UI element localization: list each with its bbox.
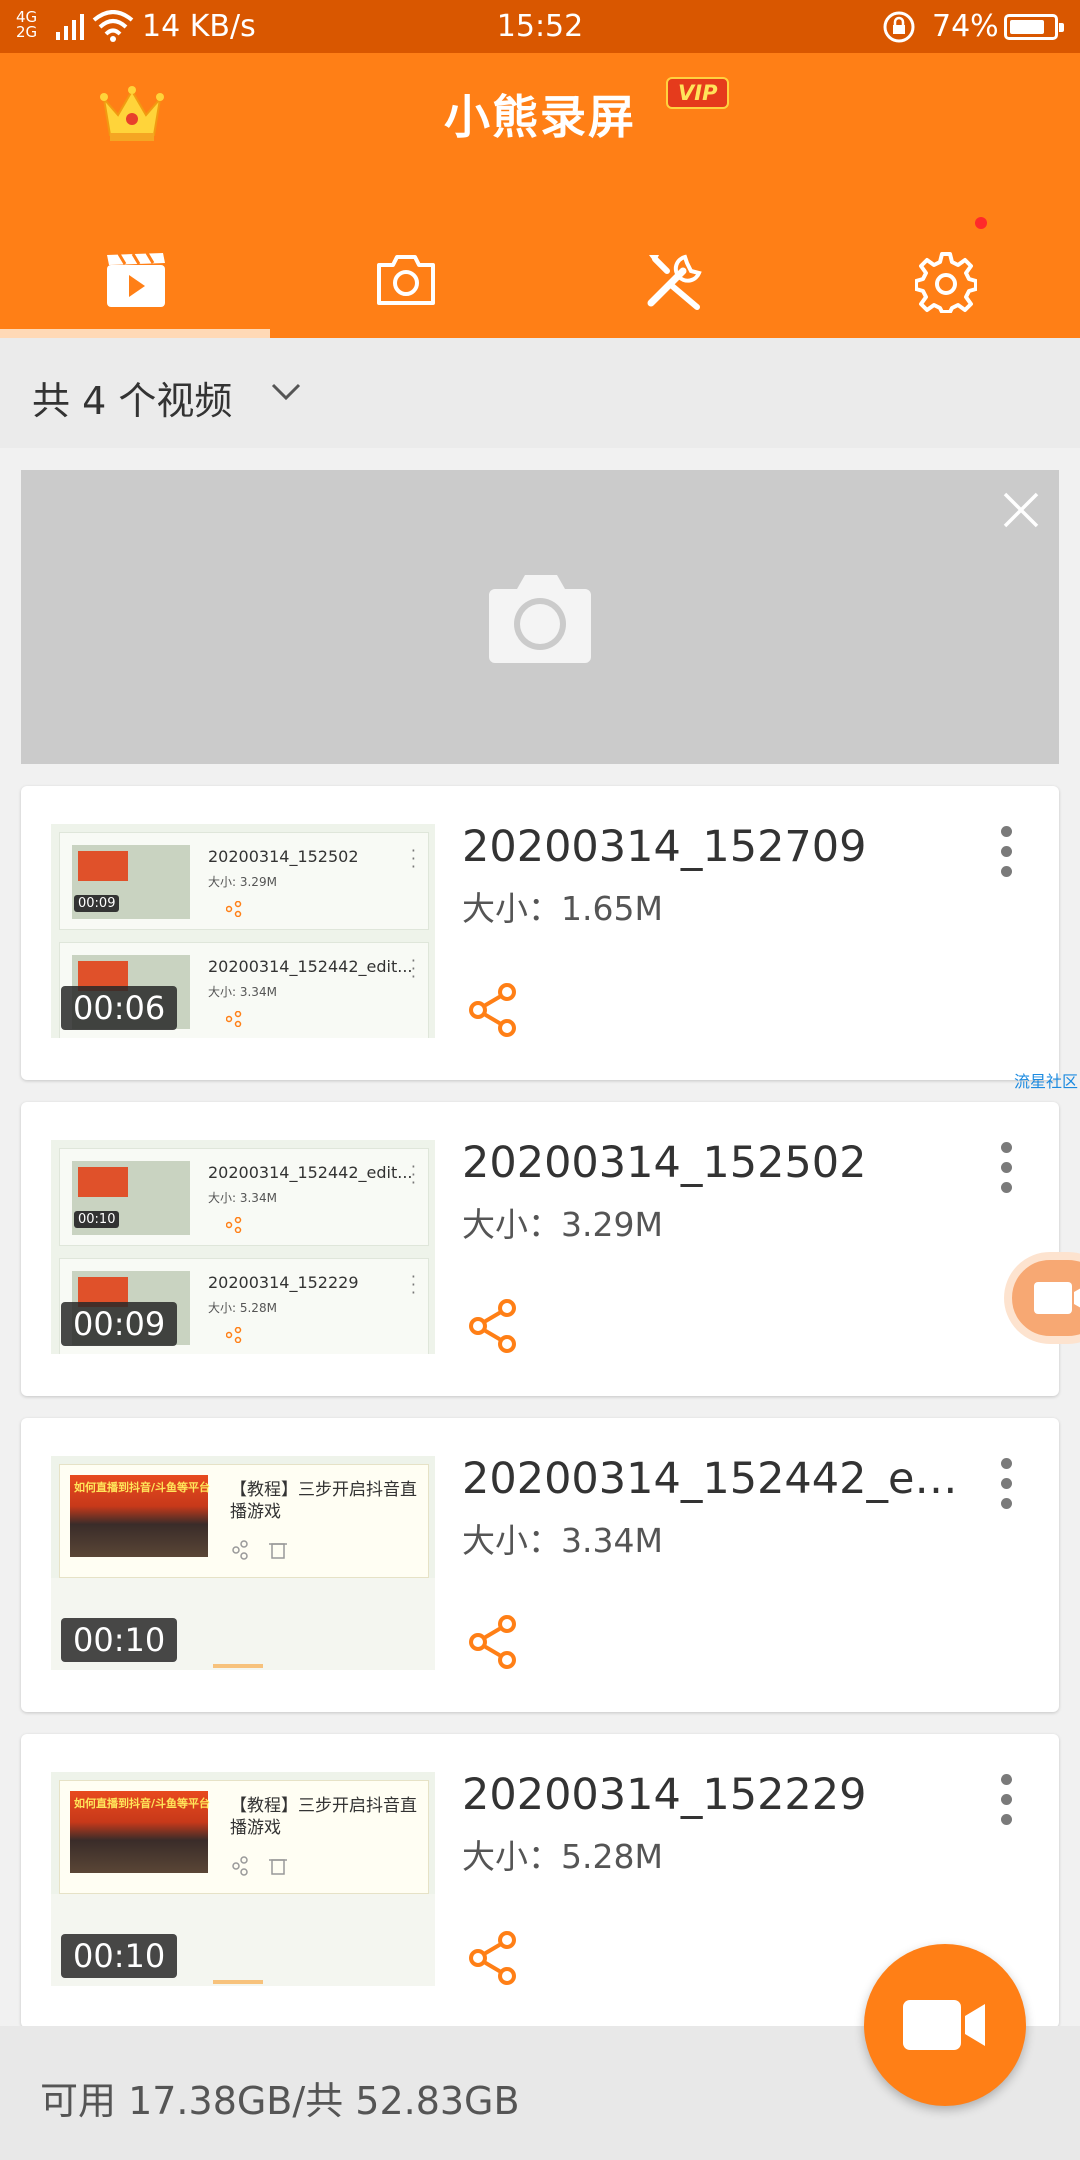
tab-settings[interactable] — [810, 221, 1080, 338]
video-size: 大小：5.28M — [462, 1837, 663, 1876]
thumb-game-preview: 如何直播到抖音/斗鱼等平台 【教程】三步开启抖音直播游戏 — [59, 1780, 429, 1894]
record-button[interactable] — [864, 1944, 1026, 2106]
tab-screenshots[interactable] — [270, 221, 540, 338]
thumb-game-preview: 如何直播到抖音/斗鱼等平台 【教程】三步开启抖音直播游戏 — [59, 1464, 429, 1578]
battery-icon — [1004, 14, 1064, 40]
camera-icon — [489, 575, 591, 663]
video-title[interactable]: 20200314_152229 — [462, 1770, 982, 1820]
watermark-text: 流星社区 — [1014, 1072, 1079, 1091]
video-duration: 00:10 — [61, 1618, 178, 1662]
battery-percent: 74% — [932, 9, 999, 44]
video-thumbnail[interactable]: 如何直播到抖音/斗鱼等平台 【教程】三步开启抖音直播游戏 00:10 — [51, 1456, 435, 1670]
video-camera-icon — [1034, 1282, 1080, 1314]
status-bar: 4G 2G 14 KB/s 15:52 74% — [0, 0, 1080, 53]
ad-banner[interactable] — [21, 470, 1059, 764]
share-icon[interactable] — [467, 1930, 519, 1986]
more-options-icon[interactable] — [1001, 1458, 1012, 1518]
camera-icon — [377, 255, 435, 305]
video-thumbnail[interactable]: 如何直播到抖音/斗鱼等平台 【教程】三步开启抖音直播游戏 00:10 — [51, 1772, 435, 1986]
video-size: 大小：1.65M — [462, 889, 663, 928]
share-icon[interactable] — [467, 982, 519, 1038]
video-title[interactable]: 20200314_152442_edit... — [462, 1454, 982, 1504]
tab-tools[interactable] — [540, 221, 810, 338]
video-clapper-icon — [107, 252, 165, 307]
video-card[interactable]: 20200314_152502 大小: 3.29M · · · 00:09 2020… — [21, 786, 1059, 1080]
video-thumbnail[interactable]: 20200314_152442_edit... 大小: 3.34M · · · 00… — [51, 1140, 435, 1354]
app-title: 小熊录屏 — [444, 90, 636, 144]
share-icon[interactable] — [467, 1298, 519, 1354]
more-options-icon[interactable] — [1001, 1142, 1012, 1202]
close-icon[interactable] — [1001, 490, 1041, 530]
video-duration: 00:06 — [61, 986, 178, 1030]
video-camera-icon — [903, 2000, 985, 2050]
app-header: 小熊录屏 VIP — [0, 53, 1080, 338]
gear-icon — [915, 252, 977, 313]
video-title[interactable]: 20200314_152709 — [462, 822, 982, 872]
active-tab-indicator — [0, 329, 270, 338]
video-duration: 00:10 — [61, 1934, 178, 1978]
vip-badge[interactable]: VIP — [666, 77, 730, 109]
video-card[interactable]: 20200314_152442_edit... 大小: 3.34M · · · 00… — [21, 1102, 1059, 1396]
more-options-icon[interactable] — [1001, 1774, 1012, 1834]
filter-bar: 共 4 个视频 — [0, 338, 1080, 448]
video-card[interactable]: 如何直播到抖音/斗鱼等平台 【教程】三步开启抖音直播游戏 00:10 20200… — [21, 1418, 1059, 1712]
tools-icon — [647, 254, 702, 310]
more-options-icon[interactable] — [1001, 826, 1012, 886]
settings-notification-dot — [975, 217, 987, 229]
clock: 15:52 — [496, 9, 584, 44]
thumb-row: 20200314_152442_edit... 大小: 3.34M · · · 00… — [59, 1148, 429, 1246]
share-icon[interactable] — [467, 1614, 519, 1670]
video-count-dropdown[interactable]: 共 4 个视频 — [32, 370, 232, 425]
chevron-down-icon[interactable] — [270, 382, 302, 402]
video-duration: 00:09 — [61, 1302, 178, 1346]
tab-videos[interactable] — [0, 221, 270, 338]
video-thumbnail[interactable]: 20200314_152502 大小: 3.29M · · · 00:09 2020… — [51, 824, 435, 1038]
video-title[interactable]: 20200314_152502 — [462, 1138, 982, 1188]
video-size: 大小：3.34M — [462, 1521, 663, 1560]
video-size: 大小：3.29M — [462, 1205, 663, 1244]
rotation-lock-icon — [883, 11, 915, 43]
thumb-row: 20200314_152502 大小: 3.29M · · · 00:09 — [59, 832, 429, 930]
storage-info: 可用 17.38GB/共 52.83GB — [40, 2079, 520, 2123]
